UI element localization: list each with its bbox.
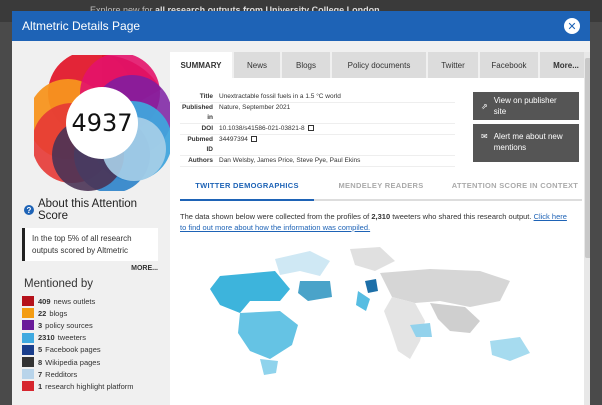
mention-list: 409 news outlets 22 blogs 3 policy sources … xyxy=(22,295,170,393)
external-link-icon[interactable] xyxy=(250,136,257,142)
external-link-icon[interactable] xyxy=(307,125,314,131)
modal-header: Altmetric Details Page ✕ xyxy=(12,11,590,41)
right-panel: SUMMARY News Blogs Policy documents Twit… xyxy=(170,41,590,405)
authors: Dan Welsby, James Price, Steve Pye, Paul… xyxy=(219,157,361,164)
demographics-description: The data shown below were collected from… xyxy=(180,212,567,232)
scrollbar-thumb[interactable] xyxy=(585,58,590,258)
wikipedia-swatch xyxy=(22,357,34,368)
scrollbar[interactable] xyxy=(584,52,590,405)
tab-blogs[interactable]: Blogs xyxy=(282,52,330,78)
mention-item[interactable]: 1 research highlight platform xyxy=(22,380,170,392)
mention-item[interactable]: 5 Facebook pages xyxy=(22,344,170,356)
tab-summary[interactable]: SUMMARY xyxy=(170,52,232,78)
mention-item[interactable]: 2310 tweeters xyxy=(22,332,170,344)
published-in: Nature, September 2021 xyxy=(219,104,291,111)
about-score-heading: ? About this Attention Score xyxy=(24,198,170,222)
highlight-swatch xyxy=(22,381,34,392)
mentioned-by-heading: Mentioned by xyxy=(24,278,94,290)
facebook-swatch xyxy=(22,344,34,355)
policy-swatch xyxy=(22,320,34,331)
tab-twitter-demographics[interactable]: TWITTER DEMOGRAPHICS xyxy=(180,181,314,201)
doi-link[interactable]: 10.1038/s41586-021-03821-8 xyxy=(219,124,455,134)
world-map xyxy=(180,241,560,381)
detail-subtabs: TWITTER DEMOGRAPHICS MENDELEY READERS AT… xyxy=(180,181,582,201)
mention-item[interactable]: 7 Redditors xyxy=(22,368,170,380)
close-icon[interactable]: ✕ xyxy=(564,18,580,34)
mention-item[interactable]: 8 Wikipedia pages xyxy=(22,356,170,368)
tab-attention-context[interactable]: ATTENTION SCORE IN CONTEXT xyxy=(448,181,582,199)
tab-news[interactable]: News xyxy=(234,52,280,78)
altmetric-modal: Altmetric Details Page ✕ 4937 ? About th… xyxy=(12,11,590,405)
article-metadata: Title Unextractable fossil fuels in a 1.5… xyxy=(180,92,455,167)
question-icon[interactable]: ? xyxy=(24,205,34,215)
tab-facebook[interactable]: Facebook xyxy=(480,52,538,78)
meta-key: Pubmed ID xyxy=(187,136,213,153)
left-panel: 4937 ? About this Attention Score In the… xyxy=(12,41,172,405)
score-context-box: In the top 5% of all research outputs sc… xyxy=(22,228,158,261)
meta-key: Title xyxy=(199,93,213,100)
alert-me-button[interactable]: ✉ Alert me about new mentions xyxy=(473,124,579,162)
tab-mendeley-readers[interactable]: MENDELEY READERS xyxy=(314,181,448,199)
altmetric-donut: 4937 xyxy=(28,51,172,193)
view-publisher-button[interactable]: ⇗ View on publisher site xyxy=(473,92,579,120)
tweeters-swatch xyxy=(22,332,34,343)
modal-title: Altmetric Details Page xyxy=(22,19,141,33)
blogs-swatch xyxy=(22,308,34,319)
external-link-icon: ⇗ xyxy=(481,101,488,111)
tab-twitter[interactable]: Twitter xyxy=(428,52,478,78)
meta-key: DOI xyxy=(201,125,213,132)
tab-more[interactable]: More... xyxy=(540,52,590,78)
summary-content: Title Unextractable fossil fuels in a 1.5… xyxy=(170,78,590,405)
mention-item[interactable]: 409 news outlets xyxy=(22,295,170,307)
meta-key: Authors xyxy=(188,157,213,164)
reddit-swatch xyxy=(22,369,34,380)
tab-bar: SUMMARY News Blogs Policy documents Twit… xyxy=(170,52,590,78)
more-link[interactable]: MORE... xyxy=(22,265,158,272)
attention-score: 4937 xyxy=(71,109,133,137)
news-swatch xyxy=(22,296,34,307)
meta-key: Published in xyxy=(181,104,213,121)
article-title: Unextractable fossil fuels in a 1.5 °C w… xyxy=(219,93,341,100)
mention-item[interactable]: 3 policy sources xyxy=(22,319,170,331)
tab-policy-documents[interactable]: Policy documents xyxy=(332,52,426,78)
pubmed-link[interactable]: 34497394 xyxy=(219,135,455,155)
envelope-icon: ✉ xyxy=(481,132,488,141)
mention-item[interactable]: 22 blogs xyxy=(22,307,170,319)
